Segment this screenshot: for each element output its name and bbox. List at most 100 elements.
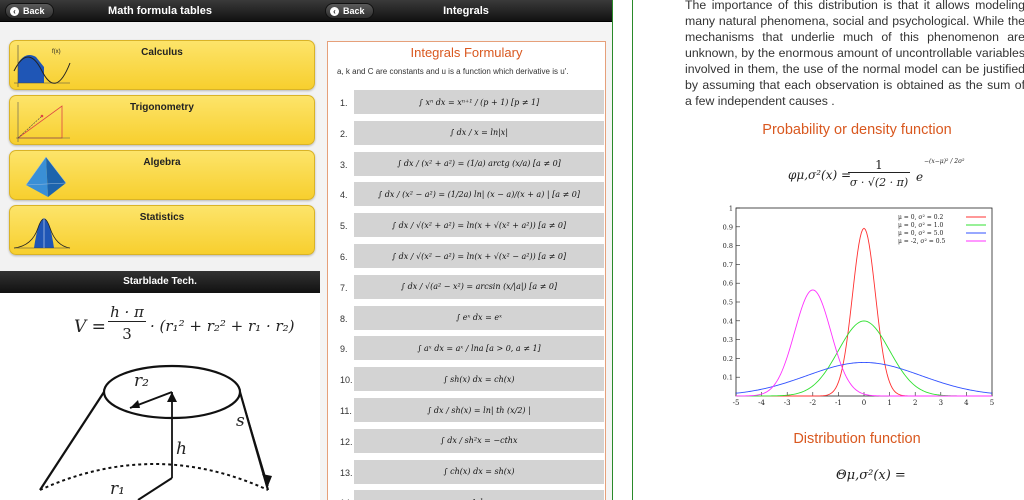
y-tick-label: 0.7 xyxy=(723,261,733,269)
y-tick-label: 0.5 xyxy=(723,299,733,307)
card-label: Trigonometry xyxy=(130,102,194,113)
legend-label: μ = -2, σ² = 0.5 xyxy=(898,238,945,245)
integral-number: 10. xyxy=(340,375,353,386)
y-tick-label: 0.2 xyxy=(723,355,733,363)
back-label: Back xyxy=(343,6,365,16)
x-tick-label: 5 xyxy=(990,399,994,407)
integral-formula: ∫ dx / sh²x = −cthx xyxy=(354,428,604,453)
integral-number: 5. xyxy=(340,221,348,232)
integral-row: 13. ∫ ch(x) dx = sh(x) xyxy=(328,459,607,486)
legend-label: μ = 0, σ² = 1.0 xyxy=(898,222,943,229)
frustum-volume-denominator: 3 xyxy=(122,325,132,343)
integral-number: 6. xyxy=(340,252,348,262)
top-bar: Math formula tables ‹ Back xyxy=(0,0,320,22)
x-tick-label: 3 xyxy=(939,399,943,407)
integrals-screen: Integrals ‹ Back Integrals Formulary a, … xyxy=(320,0,612,500)
distribution-formula: Θμ,σ²(x) = xyxy=(836,468,906,483)
formula-tables-screen: Math formula tables ‹ Back f(x) Calculus… xyxy=(0,0,320,500)
integral-row: 1. ∫ xⁿ dx = xⁿ⁺¹ / (p + 1) [p ≠ 1] xyxy=(328,90,607,116)
density-formula-lhs: φμ,σ²(x) = xyxy=(788,168,852,182)
x-tick-label: 0 xyxy=(862,399,866,407)
frustum-volume-numerator: h · π xyxy=(108,303,146,322)
integral-row: 4. ∫ dx / (x² − a²) = (1/2a) ln| (x − a)/… xyxy=(328,182,607,208)
density-formula-numerator: 1 xyxy=(848,158,910,173)
integral-row: 9. ∫ aˣ dx = aˣ / lna [a > 0, a ≠ 1] xyxy=(328,336,607,362)
back-button[interactable]: ‹ Back xyxy=(325,3,374,19)
label-s: s xyxy=(236,411,245,431)
label-h: h xyxy=(176,439,187,459)
integral-formula: ∫ dx / √(x² + a²) = ln(x + √(x² + a²)) [… xyxy=(354,213,604,238)
integral-row: 7. ∫ dx / √(a² − x²) = arcsin (x/|a|) [a … xyxy=(328,274,607,301)
card-trigonometry[interactable]: Trigonometry xyxy=(9,95,315,145)
integral-number: 12. xyxy=(340,436,353,447)
legend-label: μ = 0, σ² = 0.2 xyxy=(898,214,943,221)
card-label: Calculus xyxy=(141,47,183,58)
normal-distribution-chart: -5 -4 -3 -2 -1 0 1 2 3 4 5 0.1 0.2 0.3 0.4 0.5 0.6 0.7 0.8… xyxy=(723,205,995,408)
panel-title: Integrals Formulary xyxy=(410,45,523,60)
integral-formula: ∫ xⁿ dx = xⁿ⁺¹ / (p + 1) [p ≠ 1] xyxy=(354,90,604,114)
back-button[interactable]: ‹ Back xyxy=(5,3,54,19)
integral-formula: ∫ dx / √(a² − x²) = arcsin (x/|a|) [a ≠ … xyxy=(354,274,604,299)
integral-number: 3. xyxy=(340,159,348,170)
legend-label: μ = 0, σ² = 5.0 xyxy=(898,230,943,237)
y-tick-label: 0.8 xyxy=(723,242,733,250)
integral-formula: ∫ ch(x) dx = sh(x) xyxy=(354,459,604,484)
integral-formula: ∫ dx / x = ln|x| xyxy=(354,120,604,145)
frustum-illustration: V = h · π 3 · (r₁² + r₂² + r₁ · r₂) r₂ s… xyxy=(0,293,320,500)
back-arrow-icon: ‹ xyxy=(10,6,19,16)
integral-formula: ∫ dx / sh(x) = ln| th (x/2) | xyxy=(354,398,604,422)
x-tick-label: -4 xyxy=(758,399,765,407)
integral-row: 6. ∫ dx / √(x² − a²) = ln(x + √(x² − a²))… xyxy=(328,244,607,270)
integral-formula: ∫ aˣ dx = aˣ / lna [a > 0, a ≠ 1] xyxy=(354,336,604,361)
integral-row: 3. ∫ dx / (x² + a²) = (1/a) arctg (x/a) [… xyxy=(328,151,607,178)
density-formula-exp-base: e xyxy=(916,170,924,184)
x-tick-label: 2 xyxy=(913,399,917,407)
y-tick-label: 0.6 xyxy=(723,280,733,288)
integral-formula: ∫ dx / √(x² − a²) = ln(x + √(x² − a²)) [… xyxy=(354,244,604,268)
density-heading: Probability or density function xyxy=(762,122,952,138)
divider-line xyxy=(612,0,613,500)
integral-row: 8. ∫ eˣ dx = eˣ xyxy=(328,305,607,332)
integral-row: 14.∫ dx xyxy=(328,490,607,500)
frustum-volume-lhs: V = xyxy=(74,317,106,337)
distribution-heading: Distribution function xyxy=(793,431,921,447)
integral-number: 2. xyxy=(340,128,348,139)
integral-number: 7. xyxy=(340,282,348,293)
integral-number: 8. xyxy=(340,313,348,324)
frustum-drawing xyxy=(39,364,272,500)
integral-number: 9. xyxy=(340,344,348,355)
integral-number: 4. xyxy=(340,190,348,201)
y-tick-label: 0.3 xyxy=(723,336,733,344)
label-r1: r₁ xyxy=(110,479,125,499)
x-tick-label: 1 xyxy=(887,399,891,407)
integral-number: 11. xyxy=(340,406,352,416)
back-label: Back xyxy=(23,6,45,16)
label-r2: r₂ xyxy=(134,371,149,391)
plot-frame xyxy=(735,207,993,397)
card-statistics[interactable]: Statistics xyxy=(9,205,315,255)
integral-row: 10. ∫ sh(x) dx = ch(x) xyxy=(328,367,607,393)
integral-formula: ∫ dx xyxy=(354,490,604,500)
integral-formula: ∫ sh(x) dx = ch(x) xyxy=(354,367,604,392)
intro-paragraph: The importance of this distribution is t… xyxy=(685,0,1024,108)
integral-row: 11. ∫ dx / sh(x) = ln| th (x/2) | xyxy=(328,398,607,424)
integral-row: 2. ∫ dx / x = ln|x| xyxy=(328,120,607,147)
card-algebra[interactable]: Algebra xyxy=(9,150,315,200)
x-tick-label: -1 xyxy=(835,399,842,407)
integral-formula: ∫ dx / (x² − a²) = (1/2a) ln| (x − a)/(x… xyxy=(354,182,604,207)
y-tick-label: 0.9 xyxy=(723,223,733,231)
integral-row: 12. ∫ dx / sh²x = −cthx xyxy=(328,428,607,455)
back-arrow-icon: ‹ xyxy=(330,6,339,16)
x-tick-label: -5 xyxy=(733,399,740,407)
card-calculus[interactable]: f(x) Calculus xyxy=(9,40,315,90)
x-tick-label: -3 xyxy=(784,399,791,407)
integral-formula: ∫ dx / (x² + a²) = (1/a) arctg (x/a) [a … xyxy=(354,151,604,176)
company-footer: Starblade Tech. xyxy=(0,271,320,293)
integrals-formulary-panel: Integrals Formulary a, k and C are const… xyxy=(327,41,606,500)
y-tick-label: 1 xyxy=(729,205,733,213)
integral-row: 5. ∫ dx / √(x² + a²) = ln(x + √(x² + a²))… xyxy=(328,213,607,239)
integral-formula: ∫ eˣ dx = eˣ xyxy=(354,305,604,330)
y-tick-label: 0.1 xyxy=(723,374,733,382)
x-tick-label: -2 xyxy=(809,399,816,407)
card-label: Algebra xyxy=(143,157,181,168)
